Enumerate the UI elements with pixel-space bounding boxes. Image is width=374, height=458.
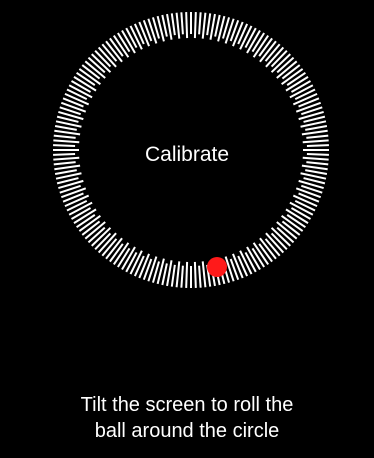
calibration-tick xyxy=(170,264,176,287)
calibration-tick xyxy=(185,261,189,288)
calibration-tick xyxy=(295,187,322,199)
calibration-tick xyxy=(161,14,168,37)
calibration-tick xyxy=(54,129,81,136)
calibration-tick xyxy=(54,125,77,131)
calibration-tick xyxy=(170,13,176,36)
calibration-tick xyxy=(133,23,145,45)
calibration-tick xyxy=(193,261,197,288)
calibration-tick xyxy=(175,261,181,288)
calibration-tick xyxy=(294,88,316,101)
calibration-tick xyxy=(133,255,145,277)
calibration-tick xyxy=(175,12,181,39)
calibration-tick xyxy=(60,187,87,199)
calibration-tick xyxy=(201,261,207,288)
calibration-tick xyxy=(206,13,212,36)
calibration-tick xyxy=(295,101,322,113)
calibration-tick xyxy=(66,199,88,212)
calibration-tick xyxy=(301,129,328,136)
calibration-tick xyxy=(214,14,221,37)
calibration-tick xyxy=(193,12,197,39)
calibration-tick xyxy=(60,101,87,113)
calibration-tick xyxy=(305,169,328,175)
calibration-tick xyxy=(201,12,207,39)
calibration-tick xyxy=(161,263,168,286)
instruction-line-2: ball around the circle xyxy=(94,420,280,442)
calibration-ball[interactable] xyxy=(207,257,227,277)
calibration-tick xyxy=(66,88,88,101)
calibration-tick xyxy=(237,23,249,45)
calibration-tick xyxy=(125,251,138,273)
calibrate-title: Calibrate xyxy=(144,143,230,166)
calibration-tick xyxy=(305,125,328,131)
instructions-text: Tilt the screen to roll the ball around … xyxy=(0,392,374,444)
calibration-tick xyxy=(54,169,77,175)
calibration-tick xyxy=(237,255,249,277)
calibration-tick xyxy=(198,12,202,35)
calibration-tick xyxy=(244,251,257,273)
calibration-tick xyxy=(125,27,138,49)
calibration-tick xyxy=(198,265,202,288)
calibration-tick xyxy=(180,12,184,35)
calibration-screen: Calibrate Tilt the screen to roll the ba… xyxy=(0,0,374,458)
calibration-tick xyxy=(53,134,76,139)
calibration-tick xyxy=(294,199,316,212)
instruction-line-1: Tilt the screen to roll the xyxy=(80,394,294,416)
calibration-tick xyxy=(185,12,189,39)
calibration-tick xyxy=(244,27,257,49)
calibration-tick xyxy=(306,134,329,139)
calibration-tick xyxy=(180,265,184,288)
